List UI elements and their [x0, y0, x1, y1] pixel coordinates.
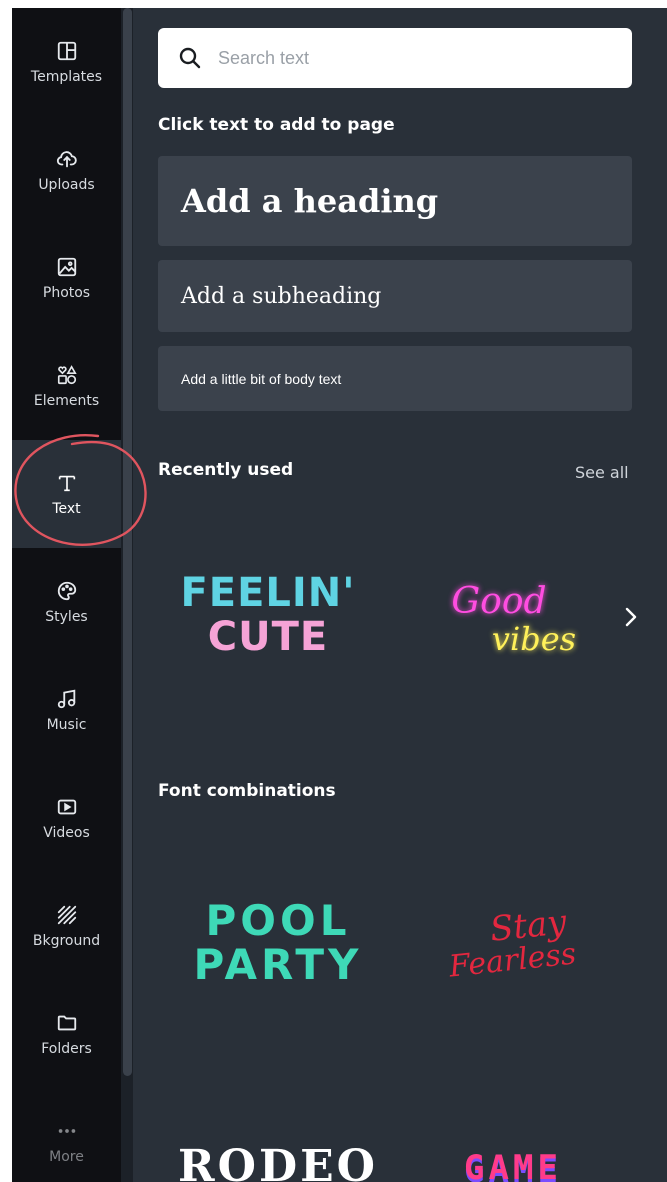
rail-item-label: More [49, 1149, 84, 1165]
rail-item-videos[interactable]: Videos [12, 764, 121, 872]
rail-item-folders[interactable]: Folders [12, 980, 121, 1088]
recent-template-feelin-cute[interactable]: FEELIN' CUTE [163, 560, 373, 670]
rail-item-text[interactable]: Text [12, 440, 121, 548]
rail-item-label: Videos [43, 825, 90, 841]
add-body-text-button[interactable]: Add a little bit of body text [158, 346, 632, 411]
recent-template-good-vibes[interactable]: Good vibes [429, 570, 599, 670]
combo-template-pool-party[interactable]: POOL PARTY [173, 888, 383, 998]
rail-item-label: Styles [45, 609, 88, 625]
template-text-line: GAME [464, 1148, 562, 1182]
see-all-link[interactable]: See all [575, 463, 629, 482]
video-play-icon [55, 795, 79, 819]
carousel-next-button[interactable] [619, 602, 643, 632]
templates-icon [55, 39, 79, 63]
rail-item-label: Text [52, 501, 81, 517]
text-icon [55, 471, 79, 495]
rail-item-label: Elements [33, 393, 100, 409]
rail-item-elements[interactable]: Elements [12, 332, 121, 440]
rail-item-label: Photos [42, 285, 91, 301]
recently-used-title: Recently used [158, 460, 294, 480]
add-heading-button[interactable]: Add a heading [158, 156, 632, 246]
template-text-line: POOL [205, 896, 351, 945]
combo-template-rodeo[interactable]: RODEO [178, 1136, 375, 1182]
rail-item-more[interactable]: More [12, 1088, 121, 1182]
rail-item-uploads[interactable]: Uploads [12, 116, 121, 224]
template-text-line: PARTY [193, 940, 363, 989]
app-window: Templates Uploads Photos Elements Text S… [12, 8, 667, 1182]
search-box[interactable] [158, 28, 632, 88]
template-text-line: Good [451, 581, 547, 622]
side-rail: Templates Uploads Photos Elements Text S… [12, 8, 121, 1182]
palette-icon [55, 579, 79, 603]
folder-icon [55, 1011, 79, 1035]
add-subheading-button[interactable]: Add a subheading [158, 260, 632, 332]
rail-item-label: Bkground [32, 933, 101, 949]
template-text-line: vibes [491, 620, 577, 658]
text-panel: Click text to add to page Add a heading … [133, 8, 667, 1182]
combo-template-game[interactable]: GAME [423, 1148, 603, 1182]
template-text-line: Fearless [447, 936, 579, 985]
search-icon [178, 46, 202, 70]
template-text-line: FEELIN' [180, 570, 356, 616]
rail-item-styles[interactable]: Styles [12, 548, 121, 656]
music-note-icon [55, 687, 79, 711]
chevron-right-icon [619, 607, 643, 636]
template-text-line: RODEO [178, 1140, 378, 1182]
shapes-icon [55, 363, 79, 387]
more-dots-icon [55, 1119, 79, 1143]
rail-item-label: Uploads [38, 177, 95, 193]
rail-scrollbar-thumb[interactable] [123, 8, 132, 1076]
image-icon [55, 255, 79, 279]
background-hatch-icon [55, 903, 79, 927]
rail-item-label: Folders [41, 1041, 92, 1057]
rail-item-label: Templates [30, 69, 103, 85]
click-to-add-title: Click text to add to page [158, 115, 395, 135]
template-text-line: CUTE [207, 614, 329, 660]
font-combinations-title: Font combinations [158, 781, 336, 801]
combo-template-stay-fearless[interactable]: Stay Fearless [413, 888, 613, 998]
rail-item-music[interactable]: Music [12, 656, 121, 764]
upload-cloud-icon [55, 147, 79, 171]
rail-item-templates[interactable]: Templates [12, 8, 121, 116]
rail-item-photos[interactable]: Photos [12, 224, 121, 332]
search-input[interactable] [218, 47, 618, 69]
rail-item-label: Music [46, 717, 87, 733]
rail-item-background[interactable]: Bkground [12, 872, 121, 980]
